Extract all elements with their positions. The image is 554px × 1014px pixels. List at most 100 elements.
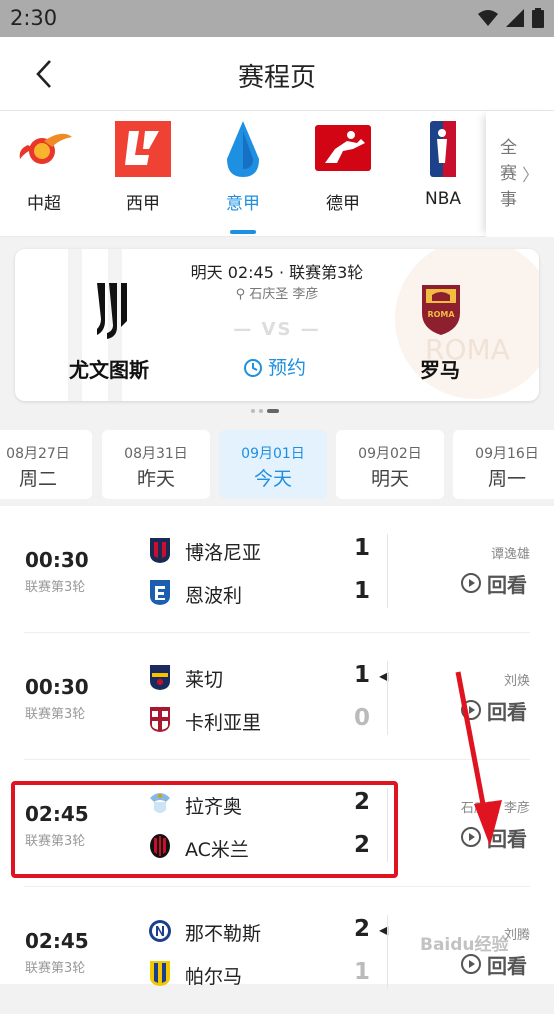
status-icons <box>478 8 544 28</box>
featured-time-round: 明天 02:45 · 联赛第3轮 <box>190 263 364 282</box>
match-row[interactable]: 02:45 联赛第3轮 拉齐奥 2 AC米兰 2 石庆圣 李彦 回看 <box>0 760 554 887</box>
nba-logo-icon <box>430 121 456 177</box>
match-round: 联赛第3轮 <box>25 961 86 976</box>
league-name: 中超 <box>27 194 61 214</box>
league-name: 德甲 <box>326 194 360 214</box>
ac-milan-crest-icon <box>150 834 170 858</box>
featured-home-team: 尤文图斯 <box>69 358 149 382</box>
match-row[interactable]: 00:30 联赛第3轮 博洛尼亚 1 恩波利 1 谭逸雄 回看 <box>0 506 554 633</box>
empoli-crest-icon <box>150 580 170 605</box>
play-circle-icon <box>461 954 481 974</box>
match-row[interactable]: 00:30 联赛第3轮 莱切 1 ◀ 卡利亚里 0 刘焕 回看 <box>0 633 554 760</box>
away-score: 1 <box>353 578 370 604</box>
play-circle-icon <box>461 573 481 593</box>
replay-label: 回看 <box>487 827 527 851</box>
serie-a-logo-icon <box>227 121 259 177</box>
away-team-name: AC米兰 <box>185 839 249 861</box>
referee-label: 谭逸雄 <box>490 547 530 562</box>
date-item[interactable]: 08月27日 周二 <box>0 430 92 499</box>
match-round: 联赛第3轮 <box>25 707 86 722</box>
csl-logo-icon <box>19 133 72 164</box>
carousel-dot <box>259 409 263 413</box>
reserve-button[interactable]: 预约 <box>243 353 315 383</box>
away-score: 1 <box>353 959 370 985</box>
away-team-name: 帕尔马 <box>185 966 243 988</box>
chevron-right-icon: 〉 <box>522 166 539 186</box>
home-team-name: 那不勒斯 <box>185 923 262 945</box>
active-tab-indicator <box>230 230 256 234</box>
roma-crest-icon: ROMA <box>422 285 460 335</box>
home-score: 2 <box>353 916 370 942</box>
tab-league-laliga[interactable]: 西甲 <box>93 111 193 237</box>
featured-area: ROMA 尤文图斯 明天 02:45 · 联赛第3轮 ⚲ 石庆圣 李彦 — VS… <box>0 237 554 422</box>
replay-button[interactable]: 回看 <box>460 569 532 599</box>
away-score: 2 <box>353 832 370 858</box>
match-round: 联赛第3轮 <box>25 834 86 849</box>
divider <box>387 788 388 862</box>
match-time: 00:30 <box>25 675 89 699</box>
league-name: 意甲 <box>226 194 260 214</box>
svg-text:ROMA: ROMA <box>427 310 455 319</box>
replay-label: 回看 <box>487 573 527 597</box>
replay-button[interactable]: 回看 <box>460 823 532 853</box>
date-item[interactable]: 09月16日 周一 <box>453 430 554 499</box>
lazio-crest-icon <box>150 793 170 813</box>
location-pin-icon: ⚲ <box>235 287 250 302</box>
signal-icon <box>506 9 524 27</box>
home-score: 1 <box>353 662 370 688</box>
league-name: 西甲 <box>126 194 160 214</box>
tab-league-bundesliga[interactable]: 德甲 <box>293 111 393 237</box>
featured-match-card[interactable]: ROMA 尤文图斯 明天 02:45 · 联赛第3轮 ⚲ 石庆圣 李彦 — VS… <box>15 249 539 401</box>
bundesliga-logo-icon <box>315 125 371 171</box>
divider <box>387 915 388 989</box>
status-time: 2:30 <box>10 6 58 30</box>
wifi-icon <box>478 10 498 26</box>
bologna-crest-icon <box>150 538 170 563</box>
away-team-name: 恩波利 <box>185 585 243 607</box>
parma-crest-icon <box>150 961 170 986</box>
tab-league-nba[interactable]: NBA <box>393 111 493 237</box>
carousel-dot <box>251 409 255 413</box>
away-score: 0 <box>353 705 370 731</box>
match-time: 00:30 <box>25 548 89 572</box>
match-time: 02:45 <box>25 802 89 826</box>
divider <box>387 534 388 608</box>
carousel-dot-active <box>267 409 279 413</box>
away-team-name: 卡利亚里 <box>185 712 262 734</box>
carousel-indicator <box>251 409 279 413</box>
replay-button[interactable]: 回看 <box>460 696 532 726</box>
laliga-logo-icon <box>115 121 171 177</box>
all-events-label: 全 赛 事 <box>500 138 517 210</box>
clock-icon <box>244 359 262 377</box>
play-circle-icon <box>461 827 481 847</box>
replay-label: 回看 <box>487 700 527 724</box>
status-bar: 2:30 <box>0 0 554 37</box>
home-team-name: 莱切 <box>185 669 224 691</box>
page-title: 赛程页 <box>237 63 316 93</box>
lecce-crest-icon <box>150 665 170 690</box>
league-tabs: 中超 西甲 意甲 德甲 NBA 全 赛 事 〉 <box>0 111 554 237</box>
match-round: 联赛第3轮 <box>25 580 86 595</box>
divider <box>387 661 388 735</box>
league-name: NBA <box>424 189 461 209</box>
all-events-button[interactable]: 全 赛 事 〉 <box>486 111 554 237</box>
home-team-name: 博洛尼亚 <box>185 542 262 564</box>
battery-icon <box>532 8 544 28</box>
date-selector: 08月27日 周二 08月31日 昨天 09月01日 今天 09月02日 明天 … <box>0 422 554 506</box>
watermark: Baidu经验 <box>420 935 509 955</box>
home-score: 2 <box>353 789 370 815</box>
home-team-name: 拉齐奥 <box>185 796 243 818</box>
home-score: 1 <box>353 535 370 561</box>
referee-label: 刘焕 <box>503 674 530 689</box>
reserve-label: 预约 <box>268 357 307 379</box>
play-circle-icon <box>461 700 481 720</box>
date-item[interactable]: 08月31日 昨天 <box>102 430 210 499</box>
tab-league-csl[interactable]: 中超 <box>0 111 94 237</box>
tab-league-serie-a[interactable]: 意甲 <box>193 111 293 237</box>
cagliari-crest-icon <box>150 707 170 732</box>
date-item-selected[interactable]: 09月01日 今天 <box>219 430 327 499</box>
match-time: 02:45 <box>25 929 89 953</box>
app-header: 赛程页 <box>0 37 554 111</box>
napoli-crest-icon <box>149 920 171 942</box>
date-item[interactable]: 09月02日 明天 <box>336 430 444 499</box>
